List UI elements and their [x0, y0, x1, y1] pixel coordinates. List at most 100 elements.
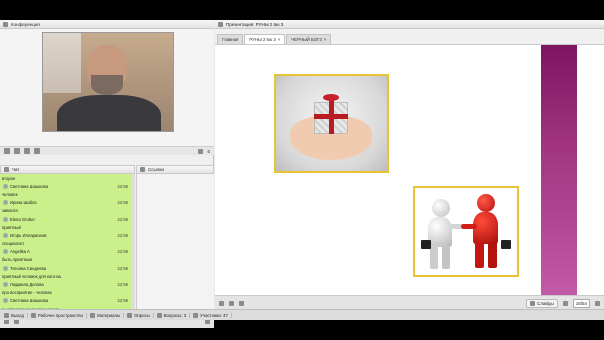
zoom-out-icon[interactable] [239, 300, 244, 306]
conference-panel-header: Конференция [0, 20, 214, 29]
gift-ribbon-horizontal [314, 114, 348, 119]
message-text: человек [2, 191, 18, 197]
statusbar-label: Выход [11, 312, 24, 318]
video-toolbar: 6 [0, 146, 214, 155]
speaker-icon[interactable] [34, 148, 40, 154]
links-header: Ссылки [136, 165, 214, 174]
tab-home[interactable]: Главная [217, 34, 244, 44]
avatar-icon [3, 265, 8, 271]
next-slide-icon[interactable] [595, 300, 600, 306]
tab-cherny-bog[interactable]: ЧЕРНЫЙ БОГ3 × [286, 34, 332, 44]
chat-message-author: Игорь Илларионов 22:59 [0, 231, 135, 239]
statusbar-item[interactable]: Опросы [127, 312, 154, 318]
chat-message-text: человек [0, 190, 135, 198]
statusbar-label: Рабочее пространство [37, 312, 84, 318]
questions-icon [156, 312, 162, 318]
conference-title: Конференция [11, 21, 40, 27]
statusbar-label: Опросы [134, 312, 150, 318]
chat-scrollbar[interactable] [131, 174, 135, 314]
tab-label: РУНЫ 2 6ю 3 [249, 37, 276, 42]
message-time: 22:59 [117, 282, 128, 288]
statusbar-item[interactable]: Материалы [90, 312, 125, 318]
camera-icon[interactable] [14, 148, 20, 154]
statusbar-label: Участники: 47 [200, 312, 228, 318]
presentation-panel: Презентация: РУНЫ 2 6ю 3 Главная РУНЫ 2 … [215, 20, 604, 314]
microphone-icon[interactable] [24, 148, 30, 154]
close-icon[interactable]: × [278, 37, 281, 42]
video-background-window [43, 33, 81, 93]
statusbar-item[interactable]: Выход [4, 312, 28, 318]
author-name: Людмила Делова [10, 282, 44, 288]
message-time: 22:59 [117, 265, 128, 271]
tab-runy[interactable]: РУНЫ 2 6ю 3 × [244, 34, 286, 44]
message-text: приятный [2, 224, 21, 230]
speaker-body [57, 95, 161, 131]
message-time: 22:59 [117, 183, 128, 189]
statusbar-label: Вопросы: 3 [163, 312, 187, 318]
presentation-tabs: Главная РУНЫ 2 6ю 3 × ЧЕРНЫЙ БОГ3 × [215, 34, 332, 44]
chat-message-text: про восприятие - человек [0, 289, 135, 297]
presentation-header: Презентация: РУНЫ 2 6ю 3 [215, 20, 604, 29]
avatar-icon [3, 183, 8, 189]
message-time: 22:59 [117, 200, 128, 206]
message-time: 22:59 [117, 216, 128, 222]
message-time: 22:59 [117, 249, 128, 255]
statusbar-item[interactable]: Рабочее пространство [30, 312, 88, 318]
chat-message-text: второе [0, 174, 135, 182]
statusbar-item[interactable]: Участники: 47 [193, 312, 232, 318]
message-text: специалист [2, 241, 25, 247]
handshake-image [413, 186, 519, 277]
avatar-icon [3, 200, 8, 206]
conference-icon [3, 21, 8, 27]
chat-message-author: Светлана Шашкова 22:59 [0, 182, 135, 190]
chat-message-text: зависла [0, 207, 135, 215]
purple-bar-decoration [541, 45, 577, 295]
message-text: второе [2, 175, 16, 181]
prev-slide-icon[interactable] [562, 300, 568, 306]
page-indicator[interactable]: 16/54 [572, 298, 590, 308]
links-panel [136, 174, 214, 314]
tab-label: Главная [222, 37, 239, 42]
presentation-icon [218, 21, 223, 27]
message-text: быть приятным [2, 257, 32, 263]
author-name: Ирина Шабла [10, 200, 37, 206]
settings-icon[interactable] [4, 148, 10, 154]
video-area [0, 29, 214, 152]
avatar-icon [3, 249, 8, 255]
speaker-beard [91, 75, 123, 95]
chat-message-text: приятный человек для кого-ва [0, 272, 135, 280]
left-column: Конференция 6 Чат Ссылки второе Светлана… [0, 20, 214, 328]
presentation-title: Презентация: РУНЫ 2 6ю 3 [226, 21, 284, 27]
chat-messages: второе Светлана Шашкова 22:59 человек Ирина … [0, 174, 135, 314]
chat-message-author: Людмила Делова 22:59 [0, 280, 135, 288]
gift-bow [323, 94, 339, 101]
chat-message-text: быть приятным [0, 256, 135, 264]
chat-header: Чат [0, 165, 135, 174]
pointer-icon[interactable] [219, 300, 224, 306]
exit-icon [4, 312, 9, 318]
webinar-app: Конференция 6 Чат Ссылки второе Светлана… [0, 20, 604, 328]
close-icon[interactable]: × [324, 37, 327, 42]
zoom-in-icon[interactable] [229, 300, 234, 306]
chat-message-author: Angelika A 22:59 [0, 248, 135, 256]
chat-message-author: Elena Gruber 22:59 [0, 215, 135, 223]
video-participants-count: 6 [207, 148, 210, 154]
author-name: Светлана Шашкова [10, 183, 49, 189]
statusbar-item[interactable]: Вопросы: 3 [156, 312, 191, 318]
slides-button[interactable]: Слайды [525, 298, 558, 308]
webcam-video [42, 32, 174, 132]
avatar-icon [3, 282, 8, 288]
slides-icon [529, 300, 535, 306]
slide-canvas [215, 44, 604, 314]
message-time: 22:59 [117, 232, 128, 238]
presentation-toolbar: Слайды 16/54 [215, 295, 604, 310]
chat-title: Чат [12, 167, 20, 172]
avatar-icon [3, 298, 8, 304]
author-name: Игорь Илларионов [10, 232, 47, 238]
users-icon [198, 148, 204, 154]
gift-in-hands-image [274, 74, 389, 173]
avatar-icon [3, 232, 8, 238]
polls-icon [127, 312, 133, 318]
author-name: Светлана Шашкова [10, 298, 49, 304]
message-text: про восприятие - человек [2, 290, 52, 296]
